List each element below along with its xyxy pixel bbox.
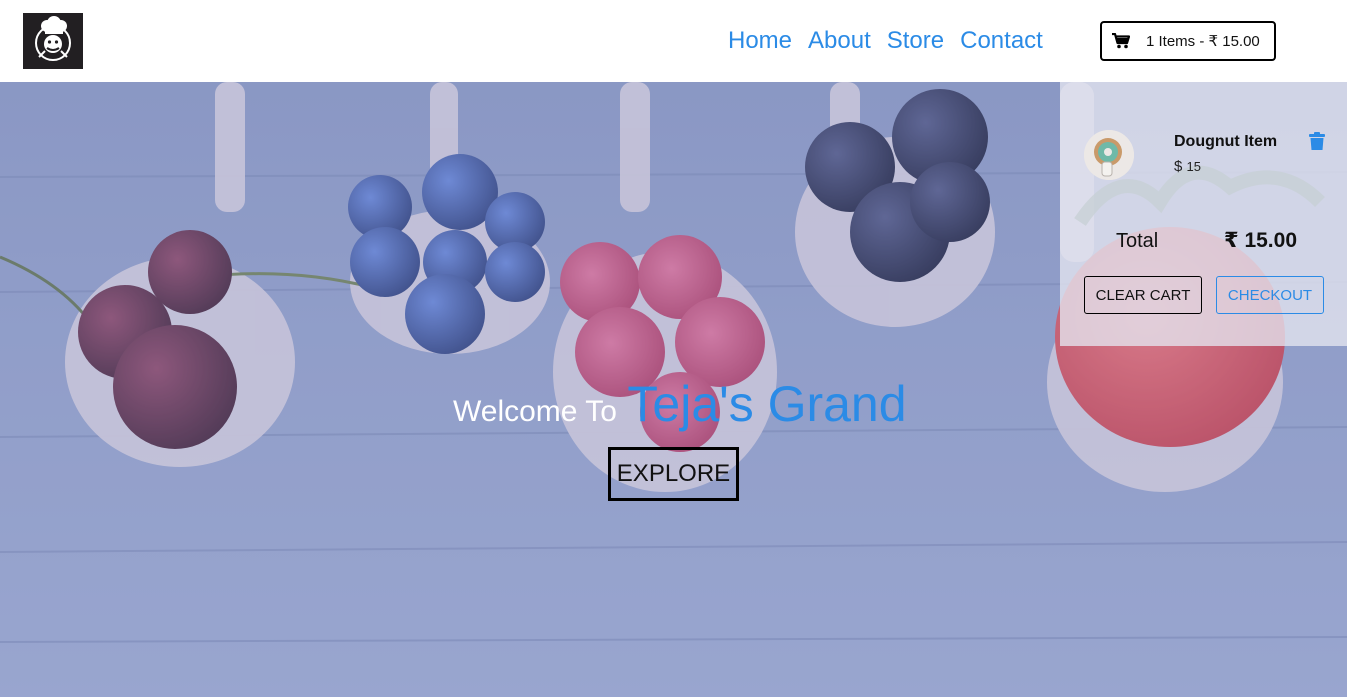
nav-link-home[interactable]: Home (728, 27, 792, 55)
cart-dropdown: Dougnut Item $ 15 Total ₹ 15.00 CLEAR CA… (1060, 82, 1347, 346)
nav-link-store[interactable]: Store (887, 27, 944, 55)
navbar: Home About Store Contact 1 Items - ₹ 15.… (0, 0, 1347, 82)
welcome-text: Welcome To (453, 395, 617, 428)
brand-name: Teja's Grand (627, 376, 907, 432)
shopping-cart-icon (1112, 33, 1130, 49)
cart-button[interactable]: 1 Items - ₹ 15.00 (1100, 21, 1276, 61)
total-label: Total (1116, 230, 1159, 252)
currency-symbol: $ (1174, 158, 1183, 175)
explore-button[interactable]: EXPLORE (608, 447, 739, 501)
trash-icon[interactable] (1309, 132, 1325, 150)
chef-logo-icon[interactable] (23, 13, 83, 69)
cart-summary-text: 1 Items - ₹ 15.00 (1146, 33, 1260, 50)
doughnut-image (1084, 130, 1134, 180)
hero-heading: Welcome To Teja's Grand (453, 375, 907, 433)
price-value: 15 (1186, 159, 1201, 174)
clear-cart-button[interactable]: CLEAR CART (1084, 276, 1202, 314)
cart-item-name: Dougnut Item (1174, 133, 1278, 150)
main-nav: Home About Store Contact (728, 27, 1043, 55)
nav-link-contact[interactable]: Contact (960, 27, 1043, 55)
total-value: ₹ 15.00 (1224, 229, 1297, 252)
cart-item-price: $ 15 (1174, 158, 1201, 175)
nav-link-about[interactable]: About (808, 27, 871, 55)
checkout-button[interactable]: CHECKOUT (1216, 276, 1324, 314)
